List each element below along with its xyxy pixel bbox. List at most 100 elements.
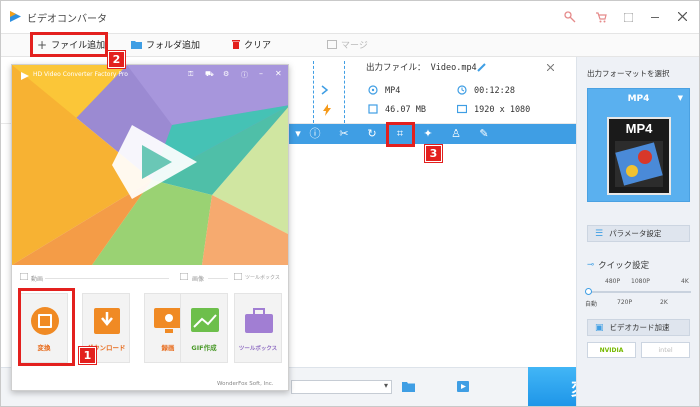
launcher-settings-icon[interactable]: ⚙ xyxy=(223,70,229,78)
add-folder-label: フォルダ追加 xyxy=(146,41,201,51)
file-duration: 00:12:28 xyxy=(474,86,515,96)
highlight-convert-tile xyxy=(18,288,75,366)
video-folder-icon[interactable] xyxy=(457,381,469,392)
film-art xyxy=(615,141,663,187)
key-icon[interactable] xyxy=(564,11,576,23)
sliders-icon: ☰ xyxy=(595,228,604,239)
edit-pencil-icon[interactable] xyxy=(477,63,486,72)
scale-2k: 2K xyxy=(660,299,668,306)
scale-auto: 自動 xyxy=(585,301,598,308)
step-badge-1: 1 xyxy=(79,347,96,364)
quality-slider-handle[interactable] xyxy=(585,288,592,295)
parameter-settings-label: パラメータ設定 xyxy=(609,229,662,238)
highlight-crop xyxy=(386,122,415,147)
launcher-cart-icon[interactable]: ⛟ xyxy=(205,70,214,79)
clock-icon xyxy=(457,85,467,95)
step-badge-3: 3 xyxy=(425,145,442,162)
quick-settings-icon: ⊸ xyxy=(587,260,595,270)
gpu-acceleration-button[interactable]: ▣ ビデオカード加速 xyxy=(587,319,690,336)
launcher-minimize-icon[interactable]: – xyxy=(259,69,263,78)
scale-4k: 4K xyxy=(681,278,689,285)
toolbox-icon xyxy=(245,308,273,333)
output-file-label: 出力ファイル： Video.mp4 xyxy=(366,63,477,73)
tile-toolbox[interactable]: ツールボックス xyxy=(234,293,282,363)
launcher-key-icon[interactable]: ⚿ xyxy=(188,70,193,79)
tile-gif-label: GIF作成 xyxy=(191,344,217,352)
open-folder-icon[interactable] xyxy=(402,381,415,392)
settings-icon[interactable] xyxy=(624,13,633,22)
download-icon xyxy=(94,308,120,334)
launcher-close-icon[interactable]: ✕ xyxy=(275,69,282,78)
info-icon[interactable]: ⓘ xyxy=(308,127,322,141)
file-format: MP4 xyxy=(385,86,401,96)
title-bar: ビデオコンバータ xyxy=(1,1,699,33)
section-image-label: 画像 xyxy=(192,276,205,283)
minimize-icon[interactable] xyxy=(651,17,659,18)
launcher-logo-icon xyxy=(21,72,29,80)
nvidia-badge[interactable]: NVIDIA xyxy=(587,342,636,358)
dropdown-arrow-icon[interactable]: ▾ xyxy=(291,127,305,141)
quick-settings: ⊸ クイック設定 xyxy=(587,259,649,271)
file-resolution: 1920 x 1080 xyxy=(474,105,531,115)
quick-settings-label: クイック設定 xyxy=(598,261,650,271)
image-icon xyxy=(191,308,219,332)
highlight-add-file xyxy=(30,32,108,57)
output-folder-select[interactable]: ▾ xyxy=(291,380,392,394)
format-dropdown-icon: ▼ xyxy=(677,94,683,102)
launcher-app-name: HD Video Converter Factory Pro xyxy=(33,71,128,78)
format-icon xyxy=(368,85,378,95)
tile-gif[interactable]: GIF作成 xyxy=(180,293,228,363)
add-folder-button[interactable]: フォルダ追加 xyxy=(131,38,200,51)
nvidia-label: NVIDIA xyxy=(599,346,624,354)
resolution-icon xyxy=(457,104,467,114)
intel-label: intel xyxy=(658,346,673,354)
merge-icon xyxy=(327,40,337,49)
merge-button[interactable]: マージ xyxy=(327,38,368,51)
arrow-right-icon xyxy=(321,85,329,95)
effects-icon[interactable]: ✦ xyxy=(421,127,435,141)
lightning-icon[interactable] xyxy=(323,104,331,116)
close-icon[interactable] xyxy=(678,12,687,21)
app-logo-icon xyxy=(10,11,21,22)
parameter-settings-button[interactable]: ☰ パラメータ設定 xyxy=(587,225,690,242)
format-selector[interactable]: MP4 ▼ MP4 xyxy=(587,88,690,202)
quality-slider-track[interactable] xyxy=(587,291,691,293)
file-size: 46.07 MB xyxy=(385,105,426,115)
trash-icon xyxy=(232,40,240,49)
row-divider-right xyxy=(344,61,345,123)
output-panel: 出力フォーマットを選択 MP4 ▼ MP4 ☰ パラメータ設定 ⊸ クイック設定 xyxy=(576,57,699,406)
watermark-icon[interactable]: ♙ xyxy=(449,127,463,141)
tile-toolbox-label: ツールボックス xyxy=(238,346,278,352)
scale-1080p: 1080P xyxy=(631,278,650,285)
folder-icon xyxy=(131,41,142,49)
clear-button[interactable]: クリア xyxy=(232,38,271,51)
cut-icon[interactable]: ✂ xyxy=(337,127,351,141)
chip-icon: ▣ xyxy=(595,322,604,333)
mp4-thumbnail-icon: MP4 xyxy=(607,117,671,195)
edit-toolbar: ▾ ⓘ ✂ ↻ ⌗ ✦ ♙ ✎ xyxy=(289,124,576,144)
row-divider-left xyxy=(313,61,314,123)
scale-720p: 720P xyxy=(617,299,633,306)
merge-label: マージ xyxy=(341,41,368,51)
remove-file-icon[interactable] xyxy=(547,64,554,71)
launcher-banner xyxy=(12,65,288,265)
section-video-line xyxy=(45,278,169,279)
subtitle-icon[interactable]: ✎ xyxy=(477,127,491,141)
intel-badge[interactable]: intel xyxy=(641,342,690,358)
select-arrow-icon: ▾ xyxy=(383,381,388,390)
app-title: ビデオコンバータ xyxy=(27,14,107,25)
section-image-line xyxy=(208,278,228,279)
app-window: ビデオコンバータ + ファイル追加 フォルダ追加 クリア マージ 出力ファイル：… xyxy=(0,0,700,407)
filesize-icon xyxy=(368,104,378,114)
video-section-icon xyxy=(20,273,28,280)
image-section-icon xyxy=(180,273,188,280)
rotate-icon[interactable]: ↻ xyxy=(365,127,379,141)
gpu-acceleration-label: ビデオカード加速 xyxy=(609,323,670,332)
clear-label: クリア xyxy=(244,41,272,51)
cart-icon[interactable] xyxy=(595,11,607,23)
launcher-info-icon[interactable]: ⓘ xyxy=(241,70,248,80)
toolbox-section-icon xyxy=(234,273,242,280)
format-selected: MP4 xyxy=(627,94,650,104)
launcher-footer: WonderFox Soft, Inc. xyxy=(217,381,274,387)
quality-scale: 480P 1080P 4K 自動 720P 2K xyxy=(577,278,699,308)
